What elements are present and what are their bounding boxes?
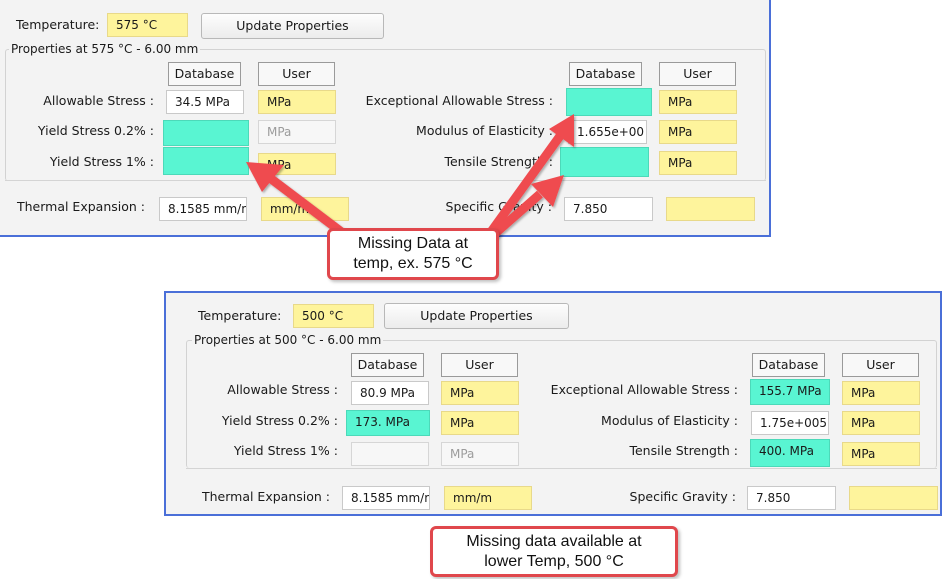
available-data-callout-text: Missing data available at lower Temp, 50…: [466, 532, 642, 570]
arrow-to-exceptional-allowable-stress: [484, 114, 574, 239]
available-data-callout: Missing data available at lower Temp, 50…: [430, 526, 678, 577]
annotation-arrows: [246, 114, 574, 244]
missing-data-callout: Missing Data at temp, ex. 575 °C: [327, 228, 499, 280]
missing-data-callout-text: Missing Data at temp, ex. 575 °C: [353, 235, 473, 272]
